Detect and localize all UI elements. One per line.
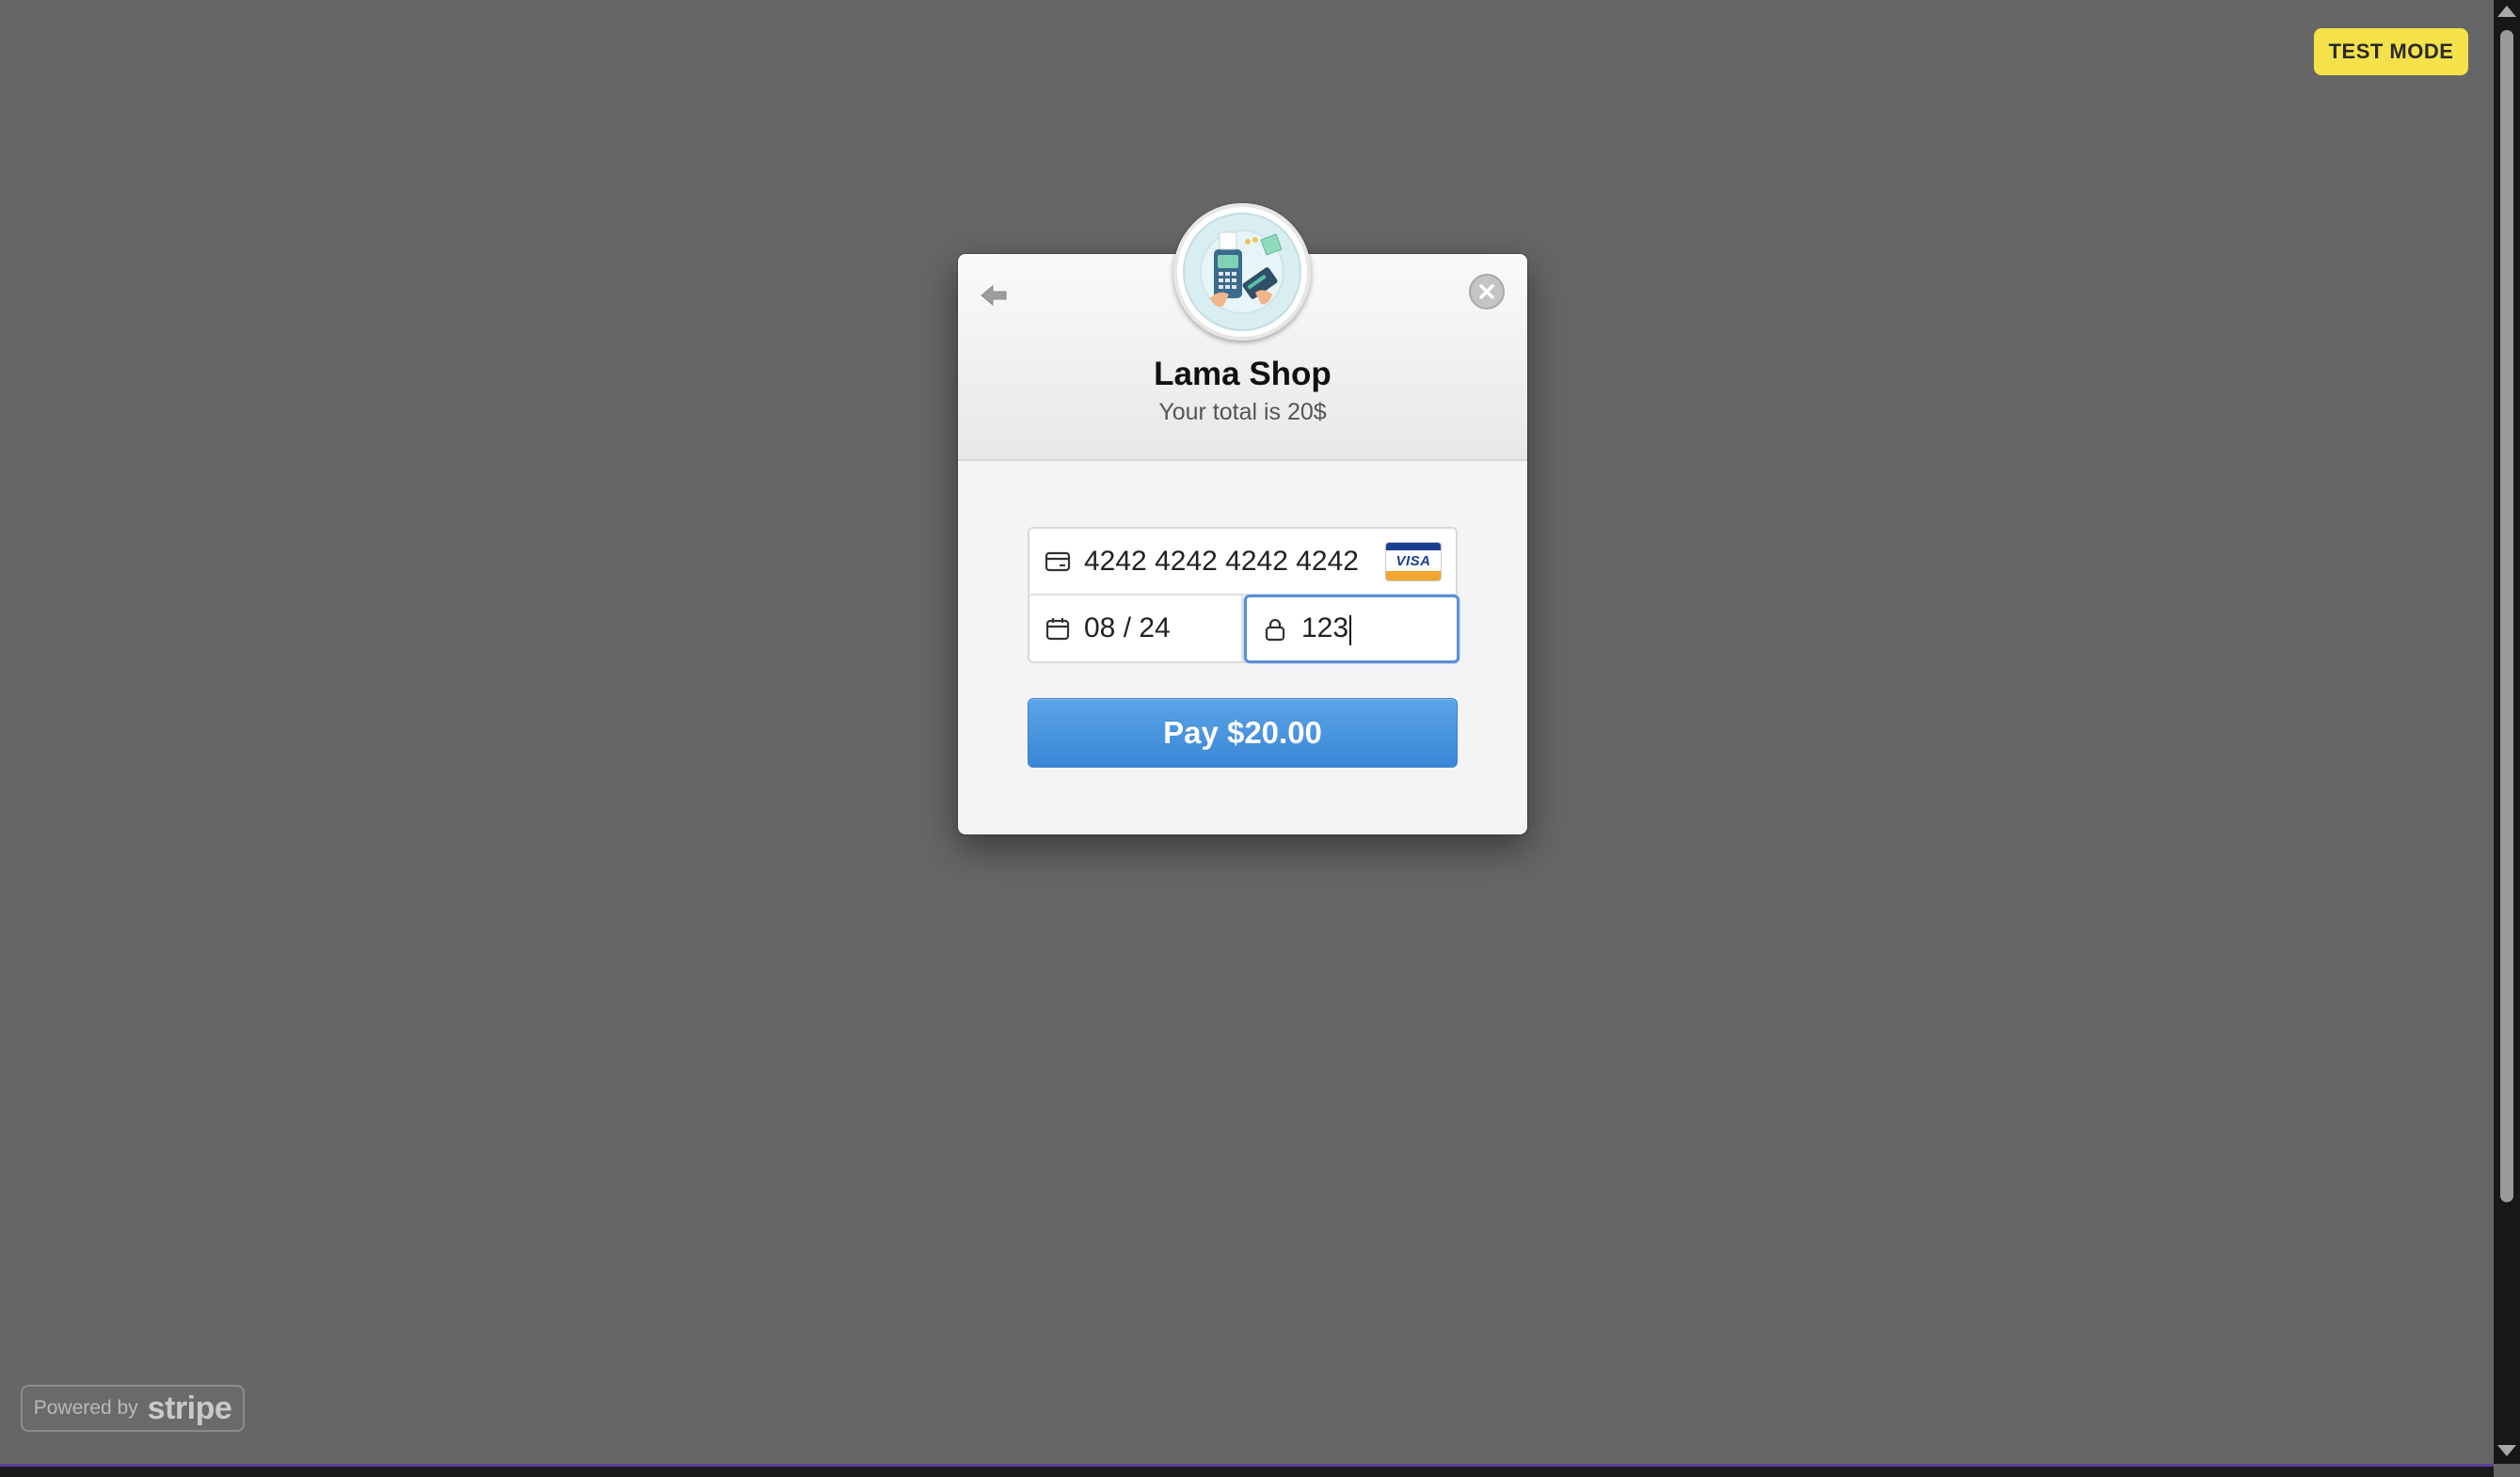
stripe-logo: stripe xyxy=(147,1390,232,1426)
test-mode-badge: TEST MODE xyxy=(2314,28,2468,75)
cvc-value: 123 xyxy=(1301,612,1349,644)
expiry-field[interactable]: 08 / 24 xyxy=(1029,596,1243,661)
back-button[interactable] xyxy=(979,280,1009,310)
powered-by-label: Powered by xyxy=(33,1397,138,1419)
close-button[interactable] xyxy=(1469,274,1505,310)
powered-by-stripe-link[interactable]: Powered by stripe xyxy=(21,1385,245,1432)
text-caret xyxy=(1349,614,1352,645)
checkout-modal: Lama Shop Your total is 20$ 4242 4242 42… xyxy=(958,203,1527,834)
lock-icon xyxy=(1265,618,1285,641)
shop-logo xyxy=(1173,203,1311,341)
credit-card-icon xyxy=(1045,551,1071,571)
scroll-up-icon[interactable] xyxy=(2497,6,2516,17)
expiry-value: 08 / 24 xyxy=(1084,612,1171,643)
shop-logo-icon xyxy=(1183,213,1301,331)
pay-button[interactable]: Pay $20.00 xyxy=(1028,698,1458,768)
scrollbar-thumb[interactable] xyxy=(2500,30,2513,1202)
scroll-down-icon[interactable] xyxy=(2497,1445,2516,1456)
card-number-field[interactable]: 4242 4242 4242 4242 VISA xyxy=(1029,529,1456,596)
calendar-icon xyxy=(1045,618,1070,641)
vertical-scrollbar[interactable] xyxy=(2494,0,2520,1464)
window-bottom-edge xyxy=(0,1464,2494,1477)
visa-card-icon: VISA xyxy=(1385,542,1442,581)
shop-name: Lama Shop xyxy=(1154,356,1332,392)
back-arrow-icon xyxy=(981,284,1007,307)
order-total: Your total is 20$ xyxy=(1158,399,1327,425)
cvc-field[interactable]: 123 xyxy=(1244,595,1459,663)
card-brand-label: VISA xyxy=(1396,552,1431,569)
card-form: 4242 4242 4242 4242 VISA 08 / 24 123 xyxy=(1028,527,1459,663)
close-icon xyxy=(1479,284,1494,299)
